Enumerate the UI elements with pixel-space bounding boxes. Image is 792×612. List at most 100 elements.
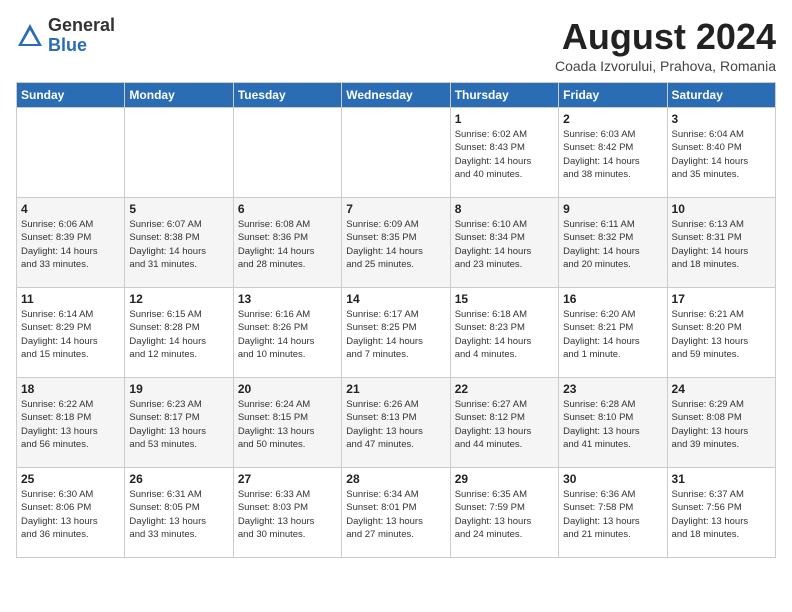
calendar-cell: 31Sunrise: 6:37 AM Sunset: 7:56 PM Dayli… [667,468,775,558]
col-header-friday: Friday [559,83,667,108]
day-info: Sunrise: 6:26 AM Sunset: 8:13 PM Dayligh… [346,398,445,451]
col-header-thursday: Thursday [450,83,558,108]
logo-text: General Blue [48,16,115,56]
day-number: 15 [455,292,554,306]
calendar-cell: 1Sunrise: 6:02 AM Sunset: 8:43 PM Daylig… [450,108,558,198]
day-number: 8 [455,202,554,216]
day-info: Sunrise: 6:10 AM Sunset: 8:34 PM Dayligh… [455,218,554,271]
day-info: Sunrise: 6:27 AM Sunset: 8:12 PM Dayligh… [455,398,554,451]
calendar-cell: 30Sunrise: 6:36 AM Sunset: 7:58 PM Dayli… [559,468,667,558]
day-number: 6 [238,202,337,216]
day-number: 23 [563,382,662,396]
calendar-cell: 28 Sunrise: 6:34 AM Sunset: 8:01 PM Dayli… [342,468,450,558]
calendar-cell: 8 Sunrise: 6:10 AM Sunset: 8:34 PM Daylig… [450,198,558,288]
day-info: Sunrise: 6:22 AM Sunset: 8:18 PM Dayligh… [21,398,120,451]
day-number: 17 [672,292,771,306]
day-number: 1 [455,112,554,126]
day-info: Sunrise: 6:36 AM Sunset: 7:58 PM Dayligh… [563,488,662,541]
day-info: Sunrise: 6:18 AM Sunset: 8:23 PM Dayligh… [455,308,554,361]
logo-general-text: General [48,16,115,36]
calendar-cell: 6 Sunrise: 6:08 AM Sunset: 8:36 PM Daylig… [233,198,341,288]
day-number: 24 [672,382,771,396]
calendar-cell: 5 Sunrise: 6:07 AM Sunset: 8:38 PM Daylig… [125,198,233,288]
calendar-cell: 25 Sunrise: 6:30 AM Sunset: 8:06 PM Dayli… [17,468,125,558]
day-info: Sunrise: 6:09 AM Sunset: 8:35 PM Dayligh… [346,218,445,271]
day-number: 20 [238,382,337,396]
calendar-week-row: 11 Sunrise: 6:14 AM Sunset: 8:29 PM Dayli… [17,288,776,378]
calendar-week-row: 4Sunrise: 6:06 AM Sunset: 8:39 PM Daylig… [17,198,776,288]
day-info: Sunrise: 6:08 AM Sunset: 8:36 PM Dayligh… [238,218,337,271]
calendar-cell: 7Sunrise: 6:09 AM Sunset: 8:35 PM Daylig… [342,198,450,288]
day-number: 28 [346,472,445,486]
day-number: 26 [129,472,228,486]
calendar-cell: 16Sunrise: 6:20 AM Sunset: 8:21 PM Dayli… [559,288,667,378]
day-info: Sunrise: 6:20 AM Sunset: 8:21 PM Dayligh… [563,308,662,361]
calendar-cell: 4Sunrise: 6:06 AM Sunset: 8:39 PM Daylig… [17,198,125,288]
title-block: August 2024 Coada Izvorului, Prahova, Ro… [555,16,776,74]
day-number: 12 [129,292,228,306]
month-year-title: August 2024 [555,16,776,58]
day-number: 2 [563,112,662,126]
day-info: Sunrise: 6:29 AM Sunset: 8:08 PM Dayligh… [672,398,771,451]
day-info: Sunrise: 6:34 AM Sunset: 8:01 PM Dayligh… [346,488,445,541]
day-info: Sunrise: 6:30 AM Sunset: 8:06 PM Dayligh… [21,488,120,541]
calendar-cell: 27 Sunrise: 6:33 AM Sunset: 8:03 PM Dayli… [233,468,341,558]
day-info: Sunrise: 6:04 AM Sunset: 8:40 PM Dayligh… [672,128,771,181]
day-info: Sunrise: 6:11 AM Sunset: 8:32 PM Dayligh… [563,218,662,271]
calendar-cell [342,108,450,198]
day-number: 4 [21,202,120,216]
calendar-cell: 24 Sunrise: 6:29 AM Sunset: 8:08 PM Dayli… [667,378,775,468]
col-header-saturday: Saturday [667,83,775,108]
calendar-cell: 11 Sunrise: 6:14 AM Sunset: 8:29 PM Dayli… [17,288,125,378]
day-info: Sunrise: 6:28 AM Sunset: 8:10 PM Dayligh… [563,398,662,451]
calendar-cell: 22 Sunrise: 6:27 AM Sunset: 8:12 PM Dayli… [450,378,558,468]
day-number: 19 [129,382,228,396]
logo: General Blue [16,16,115,56]
day-info: Sunrise: 6:21 AM Sunset: 8:20 PM Dayligh… [672,308,771,361]
day-info: Sunrise: 6:35 AM Sunset: 7:59 PM Dayligh… [455,488,554,541]
calendar-cell: 19 Sunrise: 6:23 AM Sunset: 8:17 PM Dayli… [125,378,233,468]
calendar-cell: 3 Sunrise: 6:04 AM Sunset: 8:40 PM Daylig… [667,108,775,198]
logo-blue-text: Blue [48,36,115,56]
calendar-week-row: 18 Sunrise: 6:22 AM Sunset: 8:18 PM Dayli… [17,378,776,468]
calendar-cell [233,108,341,198]
col-header-sunday: Sunday [17,83,125,108]
day-info: Sunrise: 6:17 AM Sunset: 8:25 PM Dayligh… [346,308,445,361]
col-header-wednesday: Wednesday [342,83,450,108]
day-number: 14 [346,292,445,306]
day-number: 27 [238,472,337,486]
calendar-cell: 21 Sunrise: 6:26 AM Sunset: 8:13 PM Dayli… [342,378,450,468]
day-info: Sunrise: 6:13 AM Sunset: 8:31 PM Dayligh… [672,218,771,271]
day-info: Sunrise: 6:31 AM Sunset: 8:05 PM Dayligh… [129,488,228,541]
day-number: 29 [455,472,554,486]
day-info: Sunrise: 6:23 AM Sunset: 8:17 PM Dayligh… [129,398,228,451]
calendar-cell: 18 Sunrise: 6:22 AM Sunset: 8:18 PM Dayli… [17,378,125,468]
day-info: Sunrise: 6:15 AM Sunset: 8:28 PM Dayligh… [129,308,228,361]
page-header: General Blue August 2024 Coada Izvorului… [16,16,776,74]
calendar-cell [17,108,125,198]
day-number: 5 [129,202,228,216]
day-info: Sunrise: 6:07 AM Sunset: 8:38 PM Dayligh… [129,218,228,271]
day-number: 22 [455,382,554,396]
calendar-cell: 9 Sunrise: 6:11 AM Sunset: 8:32 PM Daylig… [559,198,667,288]
calendar-cell: 12 Sunrise: 6:15 AM Sunset: 8:28 PM Dayli… [125,288,233,378]
calendar-cell: 15 Sunrise: 6:18 AM Sunset: 8:23 PM Dayli… [450,288,558,378]
col-header-tuesday: Tuesday [233,83,341,108]
day-info: Sunrise: 6:16 AM Sunset: 8:26 PM Dayligh… [238,308,337,361]
calendar-table: SundayMondayTuesdayWednesdayThursdayFrid… [16,82,776,558]
calendar-cell: 26 Sunrise: 6:31 AM Sunset: 8:05 PM Dayli… [125,468,233,558]
calendar-cell [125,108,233,198]
day-info: Sunrise: 6:33 AM Sunset: 8:03 PM Dayligh… [238,488,337,541]
day-number: 21 [346,382,445,396]
day-number: 11 [21,292,120,306]
calendar-header-row: SundayMondayTuesdayWednesdayThursdayFrid… [17,83,776,108]
day-number: 25 [21,472,120,486]
day-number: 9 [563,202,662,216]
calendar-cell: 29 Sunrise: 6:35 AM Sunset: 7:59 PM Dayli… [450,468,558,558]
calendar-week-row: 25 Sunrise: 6:30 AM Sunset: 8:06 PM Dayli… [17,468,776,558]
calendar-cell: 14 Sunrise: 6:17 AM Sunset: 8:25 PM Dayli… [342,288,450,378]
day-number: 18 [21,382,120,396]
calendar-cell: 23 Sunrise: 6:28 AM Sunset: 8:10 PM Dayli… [559,378,667,468]
day-number: 3 [672,112,771,126]
day-info: Sunrise: 6:14 AM Sunset: 8:29 PM Dayligh… [21,308,120,361]
